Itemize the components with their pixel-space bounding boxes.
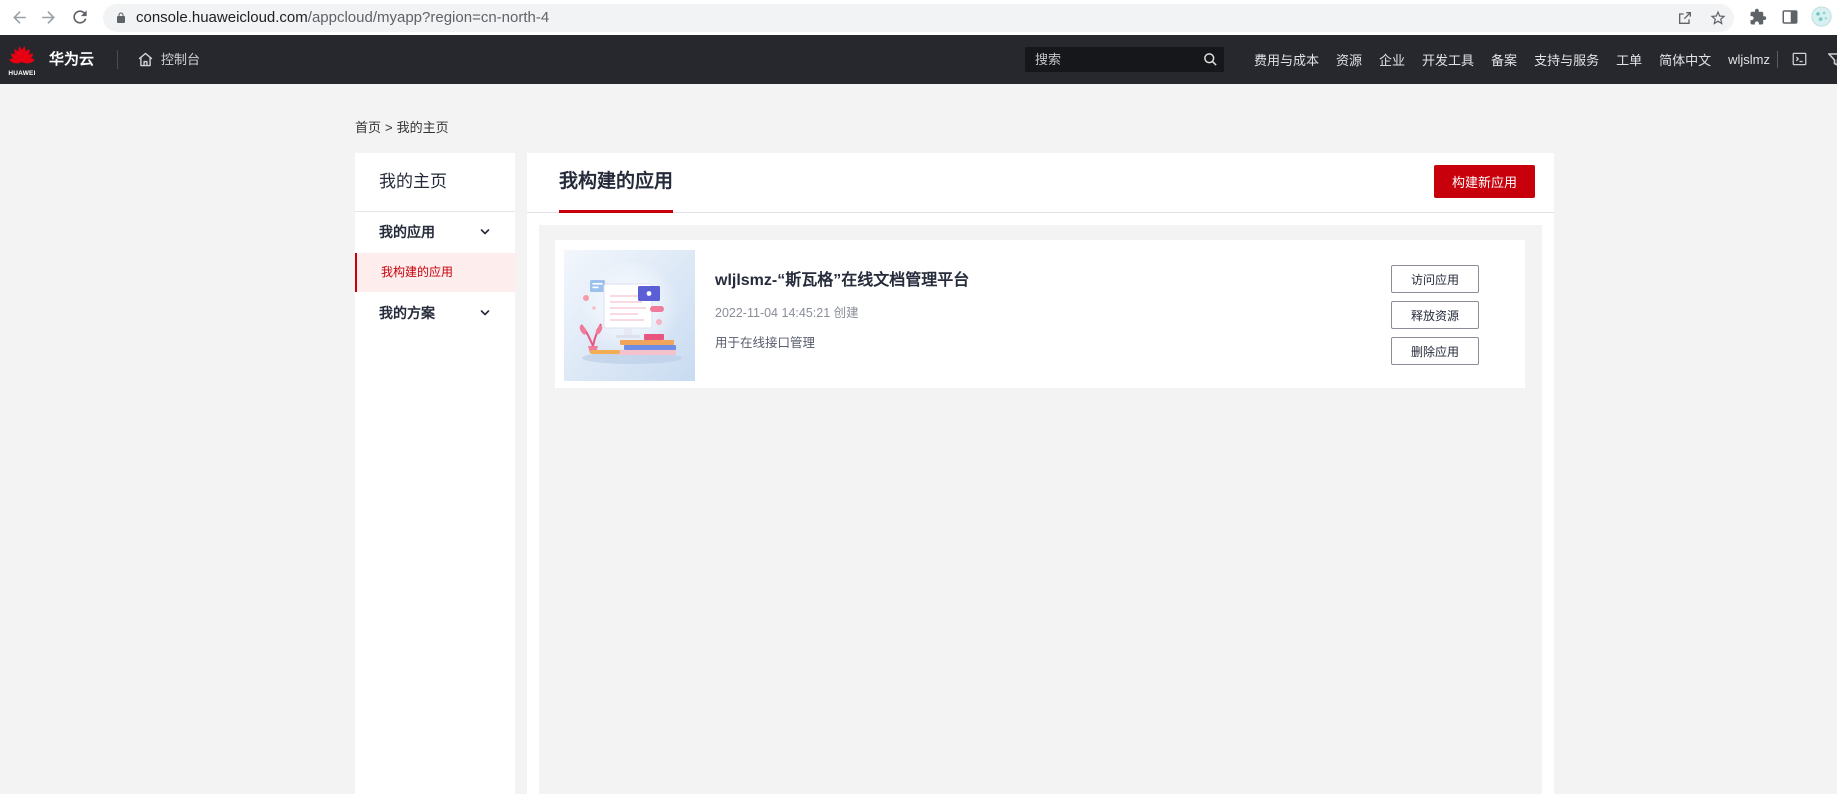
browser-toolbar: console.huaweicloud.com/appcloud/myapp?r…	[0, 0, 1837, 35]
nav-item-enterprise[interactable]: 企业	[1379, 50, 1405, 69]
app-name[interactable]: wljlsmz-“斯瓦格”在线文档管理平台	[715, 266, 969, 290]
sidebar-item-my-built-apps[interactable]: 我构建的应用	[355, 253, 515, 292]
share-icon[interactable]	[1677, 10, 1693, 26]
huawei-logo[interactable]: HUAWEI	[8, 40, 36, 78]
illustration-card	[590, 280, 605, 292]
forward-arrow-icon[interactable]	[39, 8, 58, 27]
nav-user-name[interactable]: wljslmz	[1728, 52, 1770, 67]
app-card: wljlsmz-“斯瓦格”在线文档管理平台 2022-11-04 14:45:2…	[555, 240, 1525, 388]
delete-app-button[interactable]: 删除应用	[1391, 337, 1479, 365]
nav-item-resources[interactable]: 资源	[1336, 50, 1362, 69]
sidebar-group-label: 我的应用	[379, 224, 435, 240]
search-placeholder: 搜索	[1035, 52, 1062, 67]
breadcrumb-home[interactable]: 首页	[355, 120, 381, 135]
nav-item-language[interactable]: 简体中文	[1659, 50, 1711, 69]
lock-icon[interactable]	[115, 12, 127, 24]
app-thumbnail[interactable]	[564, 250, 695, 381]
illustration-window	[638, 286, 660, 301]
url-path: /appcloud/myapp?region=cn-north-4	[307, 9, 550, 26]
nav-item-tickets[interactable]: 工单	[1616, 50, 1642, 69]
main-header: 我构建的应用 构建新应用	[527, 153, 1554, 213]
brand-name[interactable]: 华为云	[49, 35, 94, 84]
logo-wordmark: HUAWEI	[8, 70, 36, 77]
nav-divider	[1777, 51, 1778, 68]
reload-icon[interactable]	[70, 7, 90, 27]
sidebar-group-my-solutions[interactable]: 我的方案	[355, 296, 515, 330]
tab-my-built-apps[interactable]: 我构建的应用	[559, 153, 674, 213]
nav-item-dev-tools[interactable]: 开发工具	[1422, 50, 1474, 69]
terminal-icon[interactable]	[1792, 52, 1807, 66]
logo-petals	[9, 46, 35, 64]
back-arrow-icon[interactable]	[10, 8, 29, 27]
breadcrumb: 首页 > 我的主页	[355, 120, 453, 136]
breadcrumb-separator: >	[385, 120, 393, 135]
app-description: 用于在线接口管理	[715, 336, 816, 350]
nav-menu: 费用与成本 资源 企业 开发工具 备案 支持与服务 工单 简体中文 wljslm…	[1254, 35, 1770, 84]
nav-divider	[117, 50, 118, 69]
build-new-app-button[interactable]: 构建新应用	[1434, 165, 1535, 198]
breadcrumb-current: 我的主页	[396, 120, 449, 135]
search-input[interactable]: 搜索	[1025, 47, 1224, 72]
address-bar[interactable]: console.huaweicloud.com/appcloud/myapp?r…	[103, 4, 1734, 32]
visit-app-button[interactable]: 访问应用	[1391, 265, 1479, 293]
app-created-time: 2022-11-04 14:45:21 创建	[715, 306, 859, 320]
release-resources-button[interactable]: 释放资源	[1391, 301, 1479, 329]
side-panel-icon[interactable]	[1781, 8, 1799, 26]
chevron-down-icon	[480, 229, 490, 235]
url-host: console.huaweicloud.com	[136, 9, 308, 26]
filter-icon[interactable]	[1828, 52, 1837, 66]
nav-item-billing[interactable]: 费用与成本	[1254, 50, 1319, 69]
url-text[interactable]: console.huaweicloud.com/appcloud/myapp?r…	[136, 4, 549, 32]
sidebar-item-label: 我构建的应用	[381, 265, 454, 279]
search-icon[interactable]	[1203, 52, 1218, 67]
sidebar-group-my-apps[interactable]: 我的应用	[355, 215, 515, 249]
console-link[interactable]: 控制台	[161, 35, 200, 84]
sidebar-group-label: 我的方案	[379, 305, 435, 321]
home-icon[interactable]	[137, 51, 154, 68]
extension-icon[interactable]	[1749, 8, 1767, 26]
nav-item-support[interactable]: 支持与服务	[1534, 50, 1599, 69]
profile-avatar-icon[interactable]	[1811, 6, 1832, 27]
huawei-logo-icon	[9, 46, 35, 64]
main-panel: 我构建的应用 构建新应用 wljlsmz-“斯瓦格”在线文档管理平台 2022-…	[527, 153, 1554, 794]
sidebar: 我的主页 我的应用 我构建的应用 我的方案	[355, 153, 515, 794]
chevron-down-icon	[480, 310, 490, 316]
top-navigation: HUAWEI 华为云 控制台 搜索 费用与成本 资源 企业 开发工具 备案 支持…	[0, 35, 1837, 84]
nav-item-icp-filing[interactable]: 备案	[1491, 50, 1517, 69]
app-list: wljlsmz-“斯瓦格”在线文档管理平台 2022-11-04 14:45:2…	[539, 225, 1542, 794]
sidebar-title: 我的主页	[355, 153, 515, 212]
star-icon[interactable]	[1709, 9, 1727, 27]
